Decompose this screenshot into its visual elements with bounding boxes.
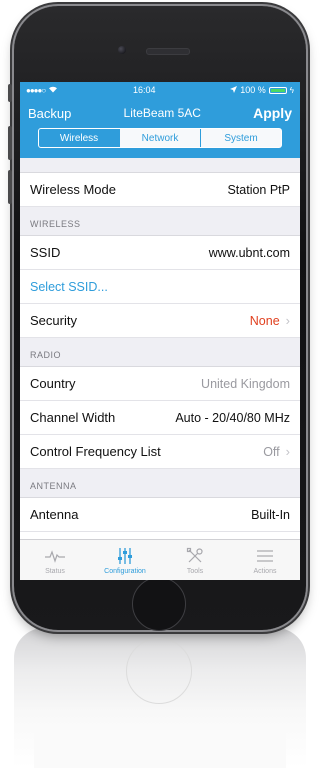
control-frequency-label: Control Frequency List [30,444,161,459]
security-label: Security [30,313,77,328]
pulse-icon [44,546,66,566]
country-value: United Kingdom [201,376,290,391]
menu-icon [254,546,276,566]
tab-tools-label: Tools [186,567,204,575]
tools-icon [184,546,206,566]
battery-icon [268,86,287,94]
chevron-right-icon: › [285,444,290,459]
home-button-reflection [126,638,192,704]
tab-actions-label: Actions [253,567,277,575]
status-right: 100 % ϟ [230,85,294,95]
earpiece-speaker [146,48,190,55]
control-frequency-value-wrap: Off › [263,444,290,459]
tab-network[interactable]: Network [119,129,200,147]
reflection-panel [34,728,286,768]
navigation-bar: Backup LiteBeam 5AC Apply [20,98,300,128]
apply-button[interactable]: Apply [253,105,292,121]
status-left: ●●●●○ [26,85,58,95]
chevron-right-icon: › [285,313,290,328]
control-frequency-value: Off [263,444,280,459]
tab-actions[interactable]: Actions [230,540,300,580]
app-screen: ●●●●○ 16:04 100 % ϟ Backup LiteBeam 5AC … [20,82,300,580]
battery-percent: 100 % [240,85,266,95]
ssid-label: SSID [30,245,61,260]
wifi-icon [48,85,58,95]
segment-control-bar: Wireless Network System [20,128,300,158]
section-header-radio: RADIO [20,338,300,367]
location-arrow-icon [230,85,238,95]
wireless-mode-row[interactable]: Wireless Mode Station PtP [20,173,300,207]
list-top-spacer [20,158,300,173]
phone-reflection [14,628,306,768]
tab-configuration-label: Configuration [104,567,146,575]
wireless-mode-label: Wireless Mode [30,182,116,197]
status-bar: ●●●●○ 16:04 100 % ϟ [20,82,300,98]
channel-width-value: Auto - 20/40/80 MHz [175,410,290,425]
tab-configuration[interactable]: Configuration [90,540,160,580]
volume-down-button [8,170,12,204]
tab-wireless[interactable]: Wireless [39,129,119,147]
ssid-value: www.ubnt.com [208,245,290,260]
channel-width-label: Channel Width [30,410,116,425]
tab-tools[interactable]: Tools [160,540,230,580]
device-title: LiteBeam 5AC [123,106,201,120]
wireless-mode-value: Station PtP [227,182,290,197]
front-camera [118,46,126,54]
volume-up-button [8,126,12,160]
section-header-antenna: ANTENNA [20,469,300,498]
sliders-icon [114,546,136,566]
control-frequency-row[interactable]: Control Frequency List Off › [20,435,300,469]
tab-system[interactable]: System [200,129,281,147]
mute-switch [8,84,12,102]
antenna-value: Built-In [251,507,290,522]
section-header-wireless: WIRELESS [20,207,300,236]
country-row[interactable]: Country United Kingdom [20,367,300,401]
home-button[interactable] [132,577,186,631]
channel-width-row[interactable]: Channel Width Auto - 20/40/80 MHz [20,401,300,435]
backup-button[interactable]: Backup [28,106,71,121]
security-row[interactable]: Security None › [20,304,300,338]
segmented-control: Wireless Network System [38,128,282,148]
bottom-tab-bar: Status Configuration Tools Actions [20,539,300,580]
tab-status[interactable]: Status [20,540,90,580]
ssid-row[interactable]: SSID www.ubnt.com [20,236,300,270]
tab-status-label: Status [45,567,65,575]
security-value: None [249,313,280,328]
antenna-row[interactable]: Antenna Built-In [20,498,300,532]
status-time: 16:04 [132,85,156,95]
antenna-label: Antenna [30,507,79,522]
select-ssid-link[interactable]: Select SSID... [20,270,300,304]
signal-icon: ●●●●○ [26,85,46,95]
charging-icon: ϟ [289,85,294,95]
country-label: Country [30,376,76,391]
security-value-wrap: None › [250,313,290,328]
